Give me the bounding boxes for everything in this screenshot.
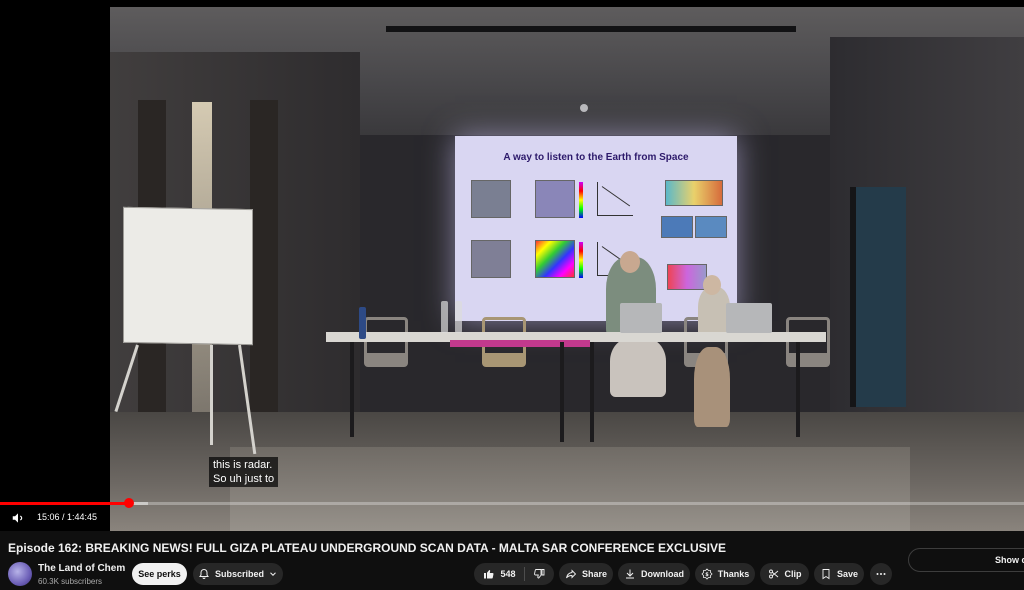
see-perks-label: See perks <box>138 569 181 579</box>
chair <box>786 317 830 367</box>
speaker-legs <box>610 337 666 397</box>
channel-name[interactable]: The Land of Chem <box>38 563 125 574</box>
slide-satellite-image <box>665 180 723 206</box>
progress-played <box>0 502 130 505</box>
svg-text:$: $ <box>705 572 709 578</box>
slide-phase-image <box>535 180 575 218</box>
water-bottle <box>359 307 366 339</box>
share-label: Share <box>581 569 607 579</box>
water-bottle <box>455 301 462 333</box>
easel-leg <box>210 345 213 445</box>
chair <box>364 317 408 367</box>
like-dislike-group: 548 <box>474 563 554 585</box>
subscriber-count: 60.3K subscribers <box>38 577 103 586</box>
download-button[interactable]: Download <box>618 563 690 585</box>
laptop <box>620 303 662 333</box>
table-leg <box>590 342 594 442</box>
more-icon <box>876 573 886 575</box>
caption-line-2: So uh just to <box>213 473 275 485</box>
save-icon <box>822 569 830 580</box>
slide-map-image <box>695 216 727 238</box>
slide-colorbar <box>579 182 583 218</box>
flipchart-board <box>123 206 253 346</box>
thumbs-up-icon[interactable] <box>483 568 495 580</box>
see-perks-button[interactable]: See perks <box>132 563 187 585</box>
slide-sar-image <box>471 180 511 218</box>
like-divider <box>523 567 525 581</box>
volume-icon[interactable] <box>11 511 25 525</box>
progress-scrubber[interactable] <box>124 498 135 508</box>
save-label: Save <box>836 569 859 579</box>
clip-label: Clip <box>784 569 802 579</box>
subscribed-button[interactable]: Subscribed <box>193 563 283 585</box>
door <box>850 187 906 407</box>
clip-button[interactable]: Clip <box>760 563 809 585</box>
video-title: Episode 162: BREAKING NEWS! FULL GIZA PL… <box>8 541 727 555</box>
time-display: 15:06 / 1:44:45 <box>37 512 98 522</box>
download-icon <box>626 569 634 579</box>
second-person-legs <box>694 347 730 427</box>
ceiling-light-strip <box>386 26 796 32</box>
video-player[interactable]: A way to listen to the Earth from Space <box>0 0 1024 531</box>
caption-box: this is radar. So uh just to <box>209 457 279 487</box>
speaker-head <box>620 251 640 273</box>
table-leg <box>560 342 564 442</box>
projection-screen: A way to listen to the Earth from Space <box>455 136 737 321</box>
thumbs-down-icon[interactable] <box>533 568 545 580</box>
slide-geometry-diagram <box>597 182 633 216</box>
channel-avatar[interactable] <box>8 562 32 586</box>
second-person-head <box>703 275 721 295</box>
water-bottle <box>441 301 448 333</box>
slide-sar-image <box>471 240 511 278</box>
thanks-label: Thanks <box>717 569 750 579</box>
clip-icon <box>768 569 778 579</box>
thanks-icon: $ <box>701 568 713 580</box>
slide-colorbar <box>579 242 583 278</box>
progress-bar[interactable] <box>0 498 1024 508</box>
video-frame[interactable]: A way to listen to the Earth from Space <box>110 7 1024 531</box>
save-button[interactable]: Save <box>814 563 864 585</box>
share-icon <box>566 569 577 579</box>
slide-interferogram <box>535 240 575 278</box>
table-banner <box>450 340 590 347</box>
show-chat-label: Show c <box>995 555 1024 565</box>
subscribed-label: Subscribed <box>214 569 264 579</box>
player-controls: 15:06 / 1:44:45 <box>0 508 1024 530</box>
share-button[interactable]: Share <box>559 563 613 585</box>
more-actions-button[interactable] <box>870 563 892 585</box>
slide-map-image <box>667 264 707 290</box>
slide-title: A way to listen to the Earth from Space <box>503 152 689 163</box>
bell-icon <box>199 568 209 579</box>
slide-map-image <box>661 216 693 238</box>
show-chat-button[interactable]: Show c <box>908 548 1024 572</box>
chevron-down-icon <box>270 572 276 576</box>
table-leg <box>796 342 800 437</box>
caption-line-1: this is radar. <box>213 459 273 471</box>
table-leg <box>350 342 354 437</box>
laptop <box>726 303 772 333</box>
like-count[interactable]: 548 <box>500 569 515 579</box>
thanks-button[interactable]: $ Thanks <box>695 563 755 585</box>
ceiling-sensor <box>580 104 588 112</box>
player-top-edge <box>954 0 1024 7</box>
download-label: Download <box>641 569 684 579</box>
